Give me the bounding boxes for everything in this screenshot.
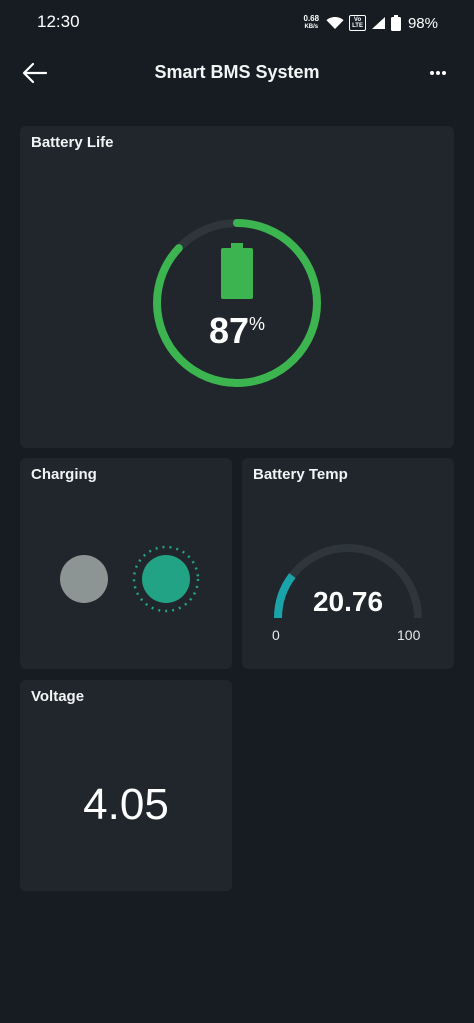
wifi-icon bbox=[326, 17, 344, 29]
charging-widget[interactable]: Charging bbox=[20, 458, 232, 669]
battery-life-title: Battery Life bbox=[31, 134, 114, 151]
battery-temp-title: Battery Temp bbox=[253, 466, 348, 483]
network-speed-value: 0.68 bbox=[303, 14, 320, 23]
charging-title: Charging bbox=[31, 466, 97, 483]
battery-status-percent: 98% bbox=[407, 14, 438, 32]
more-horizontal-icon bbox=[430, 71, 446, 75]
battery-temp-widget[interactable]: Battery Temp 20.76 0 100 bbox=[242, 458, 454, 669]
voltage-value: 4.05 bbox=[83, 780, 169, 829]
cell-signal-icon bbox=[371, 17, 385, 29]
charging-led-light bbox=[142, 555, 190, 603]
battery-life-value: 87 bbox=[208, 310, 250, 351]
charging-led-on bbox=[132, 545, 200, 613]
network-speed: 0.68 KB/s bbox=[304, 15, 320, 31]
voltage-title: Voltage bbox=[31, 688, 85, 705]
network-speed-unit: KB/s bbox=[304, 24, 319, 30]
battery-temp-max-label: 100 bbox=[397, 627, 421, 643]
battery-temp-min-label: 0 bbox=[272, 627, 280, 643]
status-time: 12:30 bbox=[37, 12, 80, 31]
more-options-button[interactable] bbox=[422, 58, 454, 88]
app-bar: Smart BMS System bbox=[0, 46, 474, 100]
battery-life-value-display: 87% bbox=[150, 310, 324, 352]
battery-icon bbox=[221, 243, 253, 299]
charging-led-off bbox=[60, 555, 108, 603]
voltage-widget[interactable]: Voltage 4.05 bbox=[20, 680, 232, 891]
volte-icon: Vo LTE bbox=[349, 15, 366, 31]
battery-status-icon bbox=[390, 15, 401, 31]
page-title: Smart BMS System bbox=[154, 62, 320, 82]
status-icons: 0.68 KB/s Vo LTE 98% bbox=[304, 12, 439, 34]
battery-life-widget[interactable]: Battery Life 87% bbox=[20, 126, 454, 448]
status-bar: 12:30 0.68 KB/s Vo LTE 98% bbox=[0, 0, 474, 46]
battery-life-unit: % bbox=[249, 314, 266, 334]
screen: 12:30 0.68 KB/s Vo LTE 98% Smart BMS Sys… bbox=[0, 0, 474, 1023]
battery-temp-value: 20.76 bbox=[312, 586, 384, 617]
